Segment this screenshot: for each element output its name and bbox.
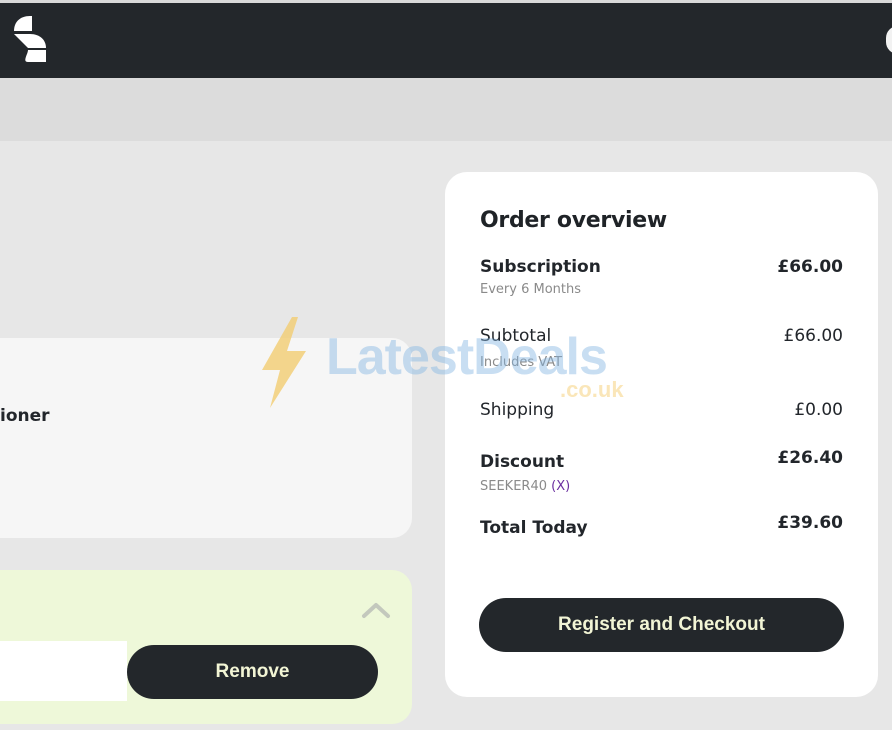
- remove-button[interactable]: Remove: [127, 645, 378, 699]
- product-card: ioner: [0, 338, 412, 538]
- user-avatar[interactable]: [886, 26, 892, 54]
- register-and-checkout-button[interactable]: Register and Checkout: [479, 598, 844, 652]
- discount-label: Discount: [480, 452, 565, 472]
- secondary-bar: [0, 78, 892, 141]
- promo-code-input[interactable]: [0, 641, 127, 701]
- product-name: ioner: [0, 406, 50, 426]
- order-overview-panel: Order overview Subscription Every 6 Mont…: [445, 172, 878, 697]
- subtotal-value: £66.00: [783, 326, 843, 346]
- shipping-label: Shipping: [480, 400, 555, 420]
- remove-discount-link[interactable]: (X): [551, 479, 570, 494]
- chevron-up-icon[interactable]: [360, 599, 392, 621]
- vat-note: Includes VAT: [480, 355, 563, 370]
- total-today-label: Total Today: [480, 518, 588, 538]
- discount-code-line: SEEKER40 (X): [480, 479, 570, 494]
- total-today-value: £39.60: [777, 513, 843, 533]
- discount-value: £26.40: [777, 448, 843, 468]
- subscription-label: Subscription: [480, 257, 601, 277]
- subtotal-label: Subtotal: [480, 326, 552, 346]
- order-overview-title: Order overview: [480, 208, 667, 233]
- brand-logo-icon[interactable]: [12, 14, 48, 64]
- top-navbar: [0, 3, 892, 78]
- subscription-frequency: Every 6 Months: [480, 282, 581, 297]
- discount-code: SEEKER40: [480, 479, 547, 494]
- subscription-price: £66.00: [777, 257, 843, 277]
- shipping-value: £0.00: [794, 400, 843, 420]
